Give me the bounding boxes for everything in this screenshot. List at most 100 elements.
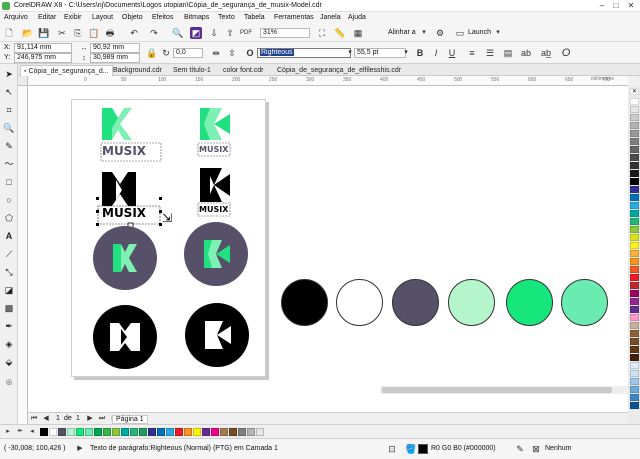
menu-exibir[interactable]: Exibir <box>64 14 82 21</box>
palette-color-swatch[interactable] <box>630 178 639 185</box>
minimize-icon[interactable]: – <box>596 1 608 11</box>
palette-color-swatch[interactable] <box>630 322 639 329</box>
pdf-icon[interactable]: PDF <box>240 27 252 39</box>
underline-icon[interactable]: U <box>446 47 458 59</box>
interactive-fill-icon[interactable]: ◈ <box>3 338 15 350</box>
y-position-field[interactable]: 246,975 mm <box>14 53 72 63</box>
palette-color-swatch[interactable] <box>630 162 639 169</box>
palette-color-swatch[interactable] <box>630 130 639 137</box>
document-palette-swatch[interactable] <box>211 428 219 436</box>
document-palette-swatch[interactable] <box>76 428 84 436</box>
document-palette-swatch[interactable] <box>202 428 210 436</box>
swatch-black[interactable] <box>281 279 328 326</box>
green-logo-mark-right[interactable] <box>200 108 230 140</box>
palette-color-swatch[interactable] <box>630 306 639 313</box>
document-palette[interactable]: ▸ ✒ ◂ <box>0 424 640 438</box>
redo-icon[interactable]: ↷ <box>148 27 160 39</box>
italic-icon[interactable]: I <box>430 47 442 59</box>
menu-texto[interactable]: Texto <box>218 14 235 21</box>
palette-color-swatch[interactable] <box>630 290 639 297</box>
palette-color-swatch[interactable] <box>630 226 639 233</box>
tab-elfilesshis[interactable]: Cópia_de_segurança_de_elfilesshis.cdr <box>274 65 404 76</box>
palette-color-swatch[interactable] <box>630 362 639 369</box>
green-logo-mark-left[interactable] <box>102 108 132 140</box>
document-palette-swatch[interactable] <box>220 428 228 436</box>
pick-tool-icon[interactable]: ➤ <box>3 68 15 80</box>
palette-color-swatch[interactable] <box>630 250 639 257</box>
document-palette-swatch[interactable] <box>184 428 192 436</box>
palette-color-swatch[interactable] <box>630 114 639 121</box>
palette-color-swatch[interactable] <box>630 378 639 385</box>
palette-color-swatch[interactable] <box>630 314 639 321</box>
rectangle-tool-icon[interactable]: □ <box>3 176 15 188</box>
options-gear-icon[interactable]: ⚙ <box>434 27 446 39</box>
freehand-tool-icon[interactable]: ✎ <box>3 140 15 152</box>
palette-color-swatch[interactable] <box>630 202 639 209</box>
purple-circle-logo-right[interactable] <box>184 222 248 286</box>
height-field[interactable]: 30,989 mm <box>90 53 140 63</box>
font-size-dropdown-icon[interactable]: ▾ <box>400 47 412 59</box>
palette-color-swatch[interactable] <box>630 138 639 145</box>
document-color-icon[interactable]: ⊡ <box>386 443 398 455</box>
zoom-level-field[interactable]: 31% <box>260 28 310 38</box>
black-logo-mark-right[interactable] <box>200 168 230 202</box>
tab-sem-titulo[interactable]: Sem título-1 <box>170 65 214 76</box>
lock-ratio-icon[interactable]: 🔒 <box>146 47 158 59</box>
document-palette-swatch[interactable] <box>40 428 48 436</box>
bullet-list-icon[interactable]: ☰ <box>484 47 496 59</box>
document-palette-swatch[interactable] <box>256 428 264 436</box>
color-palette[interactable]: ✕ <box>628 86 640 426</box>
transparency-tool-icon[interactable]: ▩ <box>3 302 15 314</box>
outline-pen-icon[interactable]: ✎ <box>514 443 526 455</box>
document-palette-swatch[interactable] <box>175 428 183 436</box>
swatch-pale-green[interactable] <box>448 279 495 326</box>
palette-color-swatch[interactable] <box>630 210 639 217</box>
palette-color-swatch[interactable] <box>630 258 639 265</box>
document-palette-swatch[interactable] <box>85 428 93 436</box>
character-formatting-icon[interactable]: ab <box>520 47 532 59</box>
menu-objeto[interactable]: Objeto <box>122 14 143 21</box>
menu-efeitos[interactable]: Efeitos <box>152 14 173 21</box>
palette-color-swatch[interactable] <box>630 106 639 113</box>
document-palette-swatch[interactable] <box>148 428 156 436</box>
eyedropper-tool-icon[interactable]: ✒ <box>3 320 15 332</box>
no-outline-icon[interactable]: ⊠ <box>530 443 542 455</box>
ellipse-tool-icon[interactable]: ○ <box>3 194 15 206</box>
ruler-corner[interactable] <box>18 76 28 86</box>
palette-color-swatch[interactable] <box>630 386 639 393</box>
document-palette-swatch[interactable] <box>238 428 246 436</box>
snap-dropdown-icon[interactable]: ▾ <box>418 27 430 39</box>
document-palette-swatch[interactable] <box>49 428 57 436</box>
mirror-vertical-icon[interactable]: ⇳ <box>226 47 238 59</box>
bold-icon[interactable]: B <box>414 47 426 59</box>
polygon-tool-icon[interactable]: ⬠ <box>3 212 15 224</box>
palette-color-swatch[interactable] <box>630 274 639 281</box>
status-play-icon[interactable]: ▶ <box>74 443 86 455</box>
width-field[interactable]: 90,92 mm <box>90 43 140 53</box>
tab-background[interactable]: Background.cdr <box>110 65 165 76</box>
document-palette-swatch[interactable] <box>121 428 129 436</box>
palette-color-swatch[interactable] <box>630 154 639 161</box>
scrollbar-thumb[interactable] <box>382 387 612 393</box>
palette-color-swatch[interactable] <box>630 346 639 353</box>
vertical-ruler[interactable] <box>18 86 28 426</box>
drop-shadow-icon[interactable]: ◪ <box>3 284 15 296</box>
fill-bucket-icon[interactable]: 🪣 <box>405 443 417 455</box>
palette-color-swatch[interactable] <box>630 298 639 305</box>
connector-tool-icon[interactable]: ⤡ <box>3 266 15 278</box>
horizontal-ruler[interactable]: milímetros 0 50 100 150 200 250 300 350 400 450 50… <box>28 76 640 86</box>
palette-color-swatch[interactable] <box>630 146 639 153</box>
rulers-icon[interactable]: 📏 <box>334 27 346 39</box>
print-icon[interactable]: 🖶 <box>104 27 116 39</box>
smart-fill-icon[interactable]: ⬙ <box>3 356 15 368</box>
menu-tabela[interactable]: Tabela <box>244 14 265 21</box>
crop-tool-icon[interactable]: ⌗ <box>3 104 15 116</box>
text-tool-icon[interactable]: A <box>3 230 15 242</box>
palette-color-swatch[interactable] <box>630 122 639 129</box>
save-icon[interactable]: 💾 <box>38 27 50 39</box>
text-align-icon[interactable]: ≡ <box>466 47 478 59</box>
font-name-field[interactable]: Righteous <box>257 48 351 58</box>
rotation-field[interactable]: 0,0 <box>173 48 203 58</box>
fill-color-swatch[interactable] <box>418 444 428 454</box>
palette-color-swatch[interactable] <box>630 330 639 337</box>
